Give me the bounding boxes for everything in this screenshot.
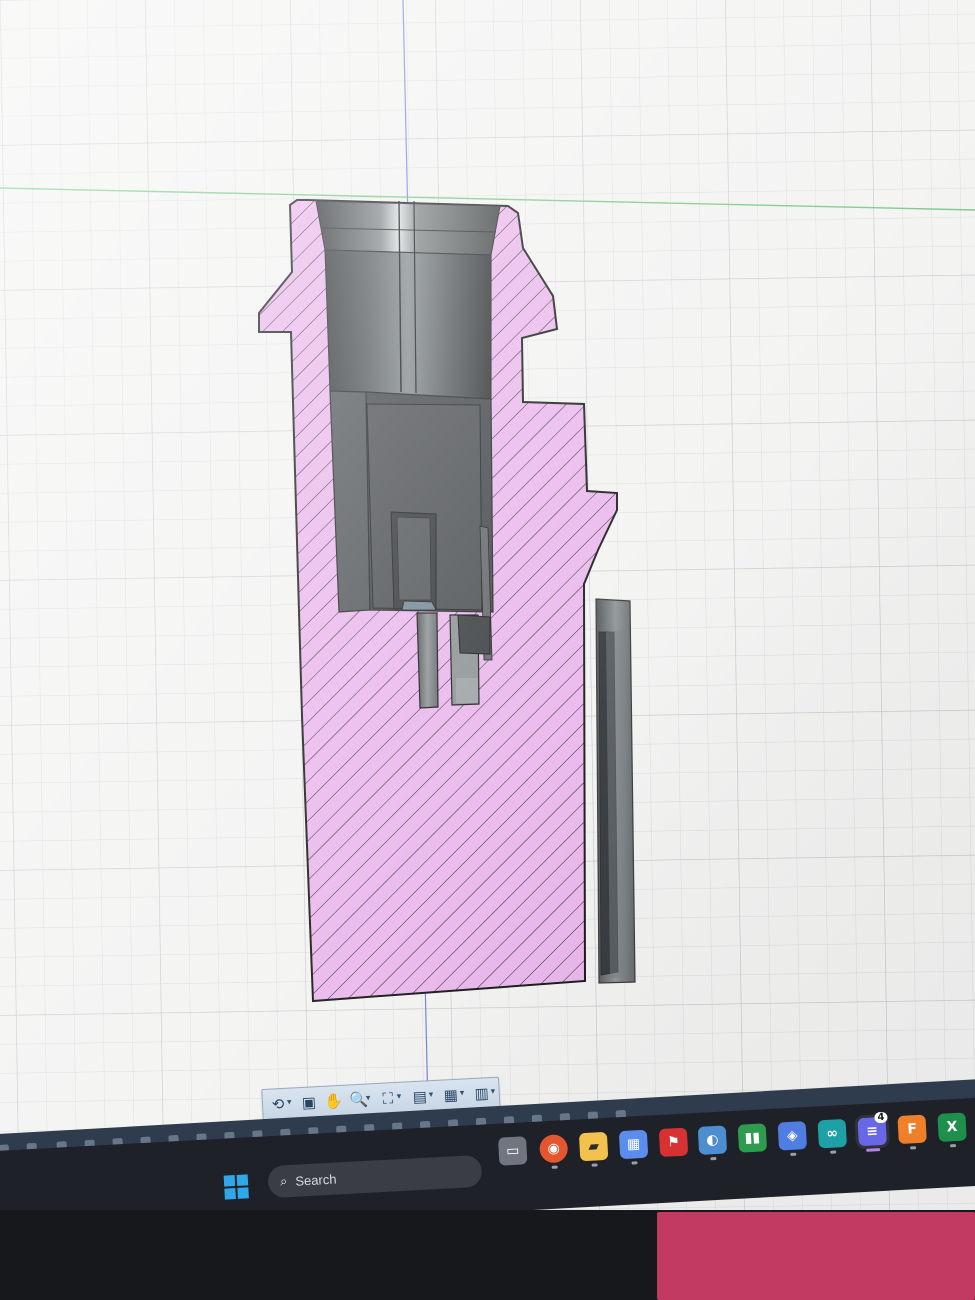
- steam-glyph: ◐: [705, 1131, 719, 1149]
- chrome-glyph: ◉: [547, 1140, 561, 1158]
- chrome-icon[interactable]: ◉: [538, 1134, 569, 1169]
- chevron-down-icon[interactable]: ▾: [287, 1097, 296, 1108]
- chevron-down-icon[interactable]: ▾: [459, 1088, 469, 1099]
- running-indicator: [830, 1150, 837, 1154]
- arduino-glyph: ∞: [825, 1125, 839, 1142]
- search-icon: ⌕: [279, 1173, 288, 1189]
- start-button[interactable]: [223, 1174, 249, 1200]
- running-indicator: [591, 1163, 598, 1167]
- controller-icon[interactable]: ◈: [777, 1121, 808, 1156]
- notification-badge: 4: [874, 1111, 888, 1124]
- running-indicator: [710, 1156, 717, 1161]
- search-box[interactable]: ⌕ Search: [267, 1154, 483, 1199]
- excel-glyph: X: [946, 1118, 958, 1136]
- chevron-down-icon[interactable]: ▾: [429, 1090, 438, 1101]
- file-explorer-glyph: ▰: [587, 1138, 600, 1155]
- arduino-icon[interactable]: ∞: [817, 1118, 847, 1154]
- file-explorer-icon[interactable]: ▰: [578, 1131, 609, 1167]
- running-indicator: [910, 1146, 917, 1150]
- running-indicator: [866, 1148, 881, 1152]
- chevron-down-icon[interactable]: ▾: [397, 1092, 406, 1103]
- running-indicator: [950, 1143, 957, 1148]
- controller-glyph: ◈: [786, 1127, 799, 1145]
- windows-logo-icon: [223, 1175, 236, 1187]
- pan-icon[interactable]: ✋: [323, 1092, 346, 1112]
- calculator-icon[interactable]: ▦: [618, 1129, 649, 1165]
- fusion-icon[interactable]: F: [897, 1114, 927, 1150]
- running-indicator: [631, 1161, 638, 1165]
- corsair-glyph: ⚑: [666, 1133, 681, 1151]
- running-indicator: [551, 1165, 558, 1169]
- task-view-icon[interactable]: ▭: [497, 1136, 528, 1166]
- chat-app-glyph: ≡: [865, 1123, 879, 1140]
- running-indicator: [790, 1152, 797, 1156]
- chevron-down-icon[interactable]: ▾: [490, 1087, 499, 1098]
- spreadsheet-app-icon[interactable]: ▮▮: [737, 1123, 768, 1153]
- chat-app-icon[interactable]: ≡ 4: [857, 1111, 888, 1152]
- screen-glare: [0, 0, 975, 1215]
- calculator-glyph: ▦: [626, 1136, 641, 1153]
- windows-logo-icon: [224, 1188, 236, 1200]
- chevron-down-icon[interactable]: ▾: [366, 1093, 375, 1104]
- spreadsheet-app-glyph: ▮▮: [744, 1129, 761, 1147]
- search-label: Search: [294, 1171, 337, 1189]
- windows-logo-icon: [237, 1187, 249, 1199]
- corsair-icon[interactable]: ⚑: [658, 1127, 689, 1158]
- look-at-icon[interactable]: ▣: [298, 1093, 321, 1113]
- steam-icon[interactable]: ◐: [697, 1125, 728, 1161]
- excel-icon[interactable]: X: [937, 1112, 967, 1148]
- screen: ⟲ ▾ ▣ ✋ 🔍 ▾ ⛶ ▾ ▤ ▾ ▦ ▾ ▥ ▾ ⌕ Search ▭ ◉…: [0, 0, 975, 1300]
- fusion-glyph: F: [906, 1121, 918, 1138]
- task-view-glyph: ▭: [505, 1142, 520, 1160]
- windows-logo-icon: [236, 1174, 249, 1186]
- pink-object: [657, 1212, 975, 1300]
